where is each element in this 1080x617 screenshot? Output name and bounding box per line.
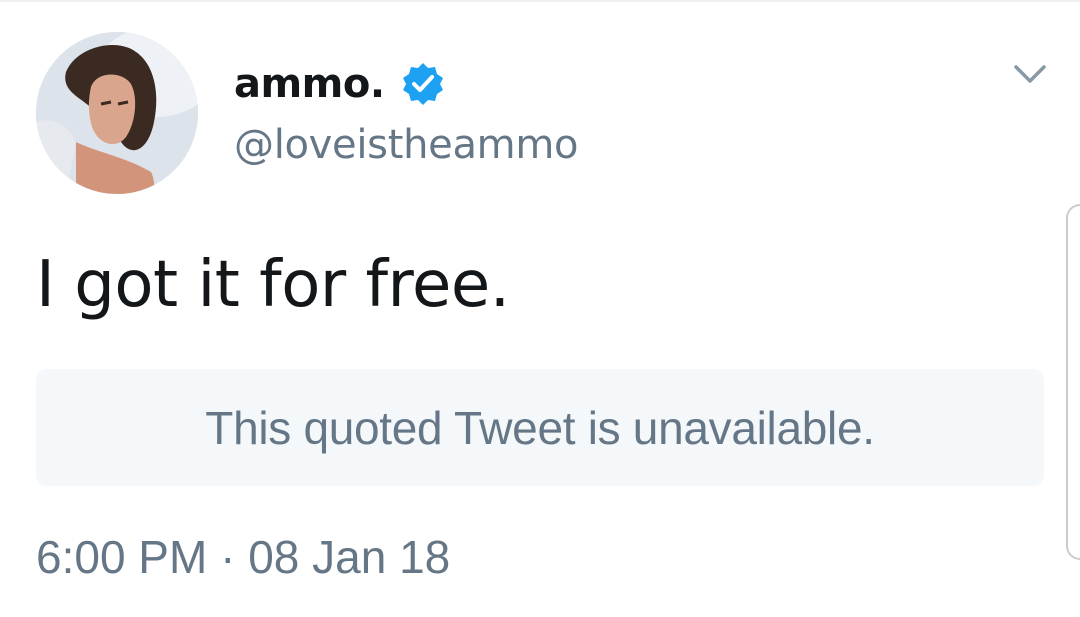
timestamp-separator: ·: [220, 531, 236, 583]
avatar[interactable]: [36, 32, 198, 194]
chevron-down-icon[interactable]: [1010, 58, 1050, 90]
timestamp-time: 6:00 PM: [36, 531, 208, 583]
author-handle[interactable]: @loveistheammo: [234, 122, 578, 168]
avatar-photo: [36, 32, 198, 194]
quoted-tweet-unavailable-text: This quoted Tweet is unavailable.: [205, 401, 875, 454]
tweet-timestamp[interactable]: 6:00 PM · 08 Jan 18: [36, 530, 450, 584]
display-name[interactable]: ammo.: [234, 61, 385, 107]
tweet-text: I got it for free.: [36, 248, 510, 322]
quoted-tweet-box[interactable]: This quoted Tweet is unavailable.: [36, 369, 1044, 486]
author-name-row[interactable]: ammo.: [234, 56, 447, 112]
verified-badge-icon: [399, 60, 447, 108]
edge-panel-handle[interactable]: [1066, 204, 1080, 560]
timestamp-date: 08 Jan 18: [248, 531, 451, 583]
top-divider: [0, 0, 1080, 2]
